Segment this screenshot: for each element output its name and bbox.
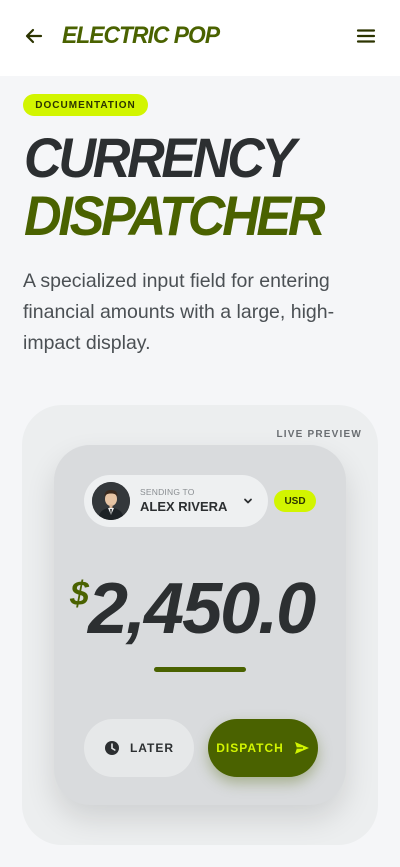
avatar xyxy=(92,482,130,520)
page-title-line-1: CURRENCY xyxy=(24,126,296,189)
back-button[interactable] xyxy=(20,22,48,50)
clock-icon xyxy=(104,741,119,755)
sending-to-label: SENDING TO xyxy=(140,487,195,497)
recipient-selector[interactable]: SENDING TO ALEX RIVERA xyxy=(84,475,268,527)
page-title-line-2: DISPATCHER xyxy=(24,184,326,247)
amount-underline xyxy=(154,667,246,672)
later-label: LATER xyxy=(129,741,175,755)
currency-badge[interactable]: USD xyxy=(274,490,316,512)
dispatch-button[interactable]: DISPATCH xyxy=(208,719,318,777)
dispatch-label: DISPATCH xyxy=(216,741,284,755)
chevron-down-icon xyxy=(244,498,252,504)
amount-value: 2,450.00 xyxy=(88,569,316,649)
brand-logo[interactable]: ELECTRIC POP xyxy=(62,22,220,50)
page-description: A specialized input field for entering f… xyxy=(23,270,335,354)
live-preview-card: LIVE PREVIEW SENDING TO ALEX RIVERA USD … xyxy=(22,405,378,845)
later-button[interactable]: LATER xyxy=(84,719,194,777)
currency-dispatcher: SENDING TO ALEX RIVERA USD $ 2,450.00 LA… xyxy=(54,445,346,805)
documentation-badge: DOCUMENTATION xyxy=(23,94,148,116)
amount-input[interactable]: $ 2,450.00 xyxy=(68,565,316,655)
live-preview-label: LIVE PREVIEW xyxy=(276,429,362,440)
currency-symbol: $ xyxy=(70,575,89,613)
send-icon xyxy=(294,742,309,754)
app-header: ELECTRIC POP xyxy=(0,0,400,76)
recipient-name: ALEX RIVERA xyxy=(140,499,228,514)
menu-button[interactable] xyxy=(352,22,380,50)
hamburger-menu-icon xyxy=(356,29,376,43)
arrow-left-icon xyxy=(25,28,43,44)
